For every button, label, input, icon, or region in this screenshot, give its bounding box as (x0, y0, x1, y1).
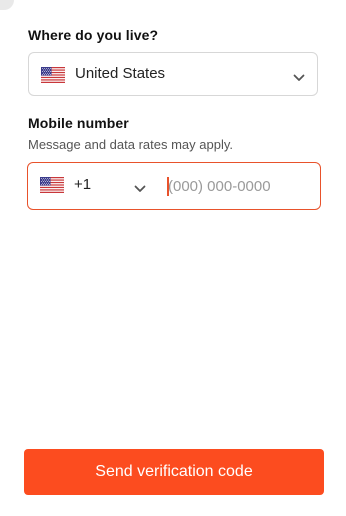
us-flag-icon (41, 67, 65, 83)
country-section-label: Where do you live? (28, 27, 159, 43)
corner-decoration (0, 0, 14, 10)
phone-number-field: +1 (27, 162, 321, 210)
phone-number-input[interactable] (166, 171, 316, 201)
us-flag-icon (40, 177, 64, 193)
dial-code: +1 (74, 176, 92, 193)
dial-code-select[interactable]: +1 (28, 163, 158, 208)
verification-page: Where do you live? United States Mobile … (0, 0, 346, 516)
chevron-down-icon (134, 180, 146, 198)
rates-disclaimer: Message and data rates may apply. (28, 137, 233, 152)
send-verification-code-button[interactable]: Send verification code (24, 449, 324, 495)
chevron-down-icon (293, 69, 305, 87)
mobile-section-label: Mobile number (28, 115, 129, 131)
text-caret (167, 177, 169, 196)
selected-country: United States (75, 65, 166, 82)
country-select[interactable]: United States (28, 52, 318, 96)
